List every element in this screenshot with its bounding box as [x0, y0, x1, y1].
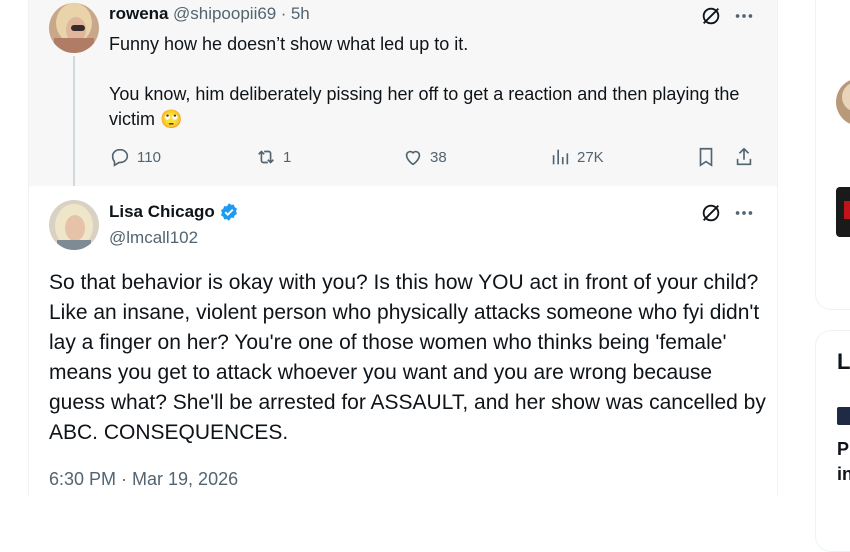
repost-button[interactable]: 1 [255, 146, 291, 168]
share-icon [736, 147, 752, 166]
bookmark-icon [699, 147, 713, 167]
reply-time[interactable]: 5h [291, 4, 310, 23]
repost-count: 1 [283, 148, 292, 166]
more-options-icon[interactable] [732, 4, 756, 28]
sidebar-news-icon [837, 407, 850, 425]
verified-badge-icon [220, 203, 237, 221]
sidebar-news-text-1[interactable]: Pr [837, 439, 850, 460]
reply-display-name[interactable]: rowena [109, 4, 169, 23]
bookmark-button[interactable] [695, 146, 723, 168]
like-button[interactable]: 38 [402, 146, 447, 168]
heart-icon [405, 150, 421, 166]
reply-handle[interactable]: @shipoopii69 [173, 4, 276, 23]
repost-icon [258, 150, 274, 164]
like-count: 38 [430, 148, 447, 166]
main-tweet-timestamp[interactable]: 6:30 PM · Mar 19, 2026 [49, 469, 238, 490]
views-count: 27K [577, 148, 604, 166]
avatar-rowena[interactable] [49, 3, 99, 53]
reply-tweet[interactable]: rowena @shipoopii69 · 5h Funny how he do… [29, 0, 777, 186]
sidebar-news-text-2[interactable]: in [837, 464, 850, 485]
views-button[interactable]: 27K [549, 146, 604, 168]
sidebar-avatar[interactable] [836, 78, 850, 126]
sidebar-card-top [815, 0, 850, 310]
sidebar-thumbnail[interactable] [836, 187, 850, 237]
sidebar-card-bottom: L Pr in [815, 330, 850, 552]
share-button[interactable] [733, 146, 761, 168]
main-handle[interactable]: @lmcall102 [109, 228, 198, 248]
sidebar-heading: L [837, 349, 850, 374]
reply-header: rowena @shipoopii69 · 5h [109, 4, 310, 24]
rolling-eyes-emoji: 🙄 [160, 109, 183, 129]
views-icon [552, 149, 569, 165]
grok-icon[interactable] [699, 201, 723, 225]
timeline-right-border [777, 0, 778, 496]
thread-connector-line [73, 56, 75, 186]
reply-text-line-2-body: You know, him deliberately pissing her o… [109, 84, 740, 129]
main-display-name[interactable]: Lisa Chicago [109, 202, 215, 222]
more-options-icon[interactable] [732, 201, 756, 225]
reply-button[interactable]: 110 [109, 146, 161, 168]
reply-text: Funny how he doesn’t show what led up to… [109, 32, 769, 132]
reply-text-line-2: You know, him deliberately pissing her o… [109, 82, 769, 132]
main-tweet-name-row: Lisa Chicago [109, 202, 239, 222]
reply-text-line-1: Funny how he doesn’t show what led up to… [109, 34, 469, 54]
reply-count: 110 [137, 148, 161, 166]
reply-icon [111, 148, 129, 167]
grok-icon[interactable] [699, 4, 723, 28]
main-tweet-text: So that behavior is okay with you? Is th… [49, 271, 766, 444]
meta-separator: · [280, 4, 287, 23]
reply-action-bar: 110 1 38 27K [109, 146, 759, 170]
avatar-lisa-chicago[interactable] [49, 200, 99, 250]
